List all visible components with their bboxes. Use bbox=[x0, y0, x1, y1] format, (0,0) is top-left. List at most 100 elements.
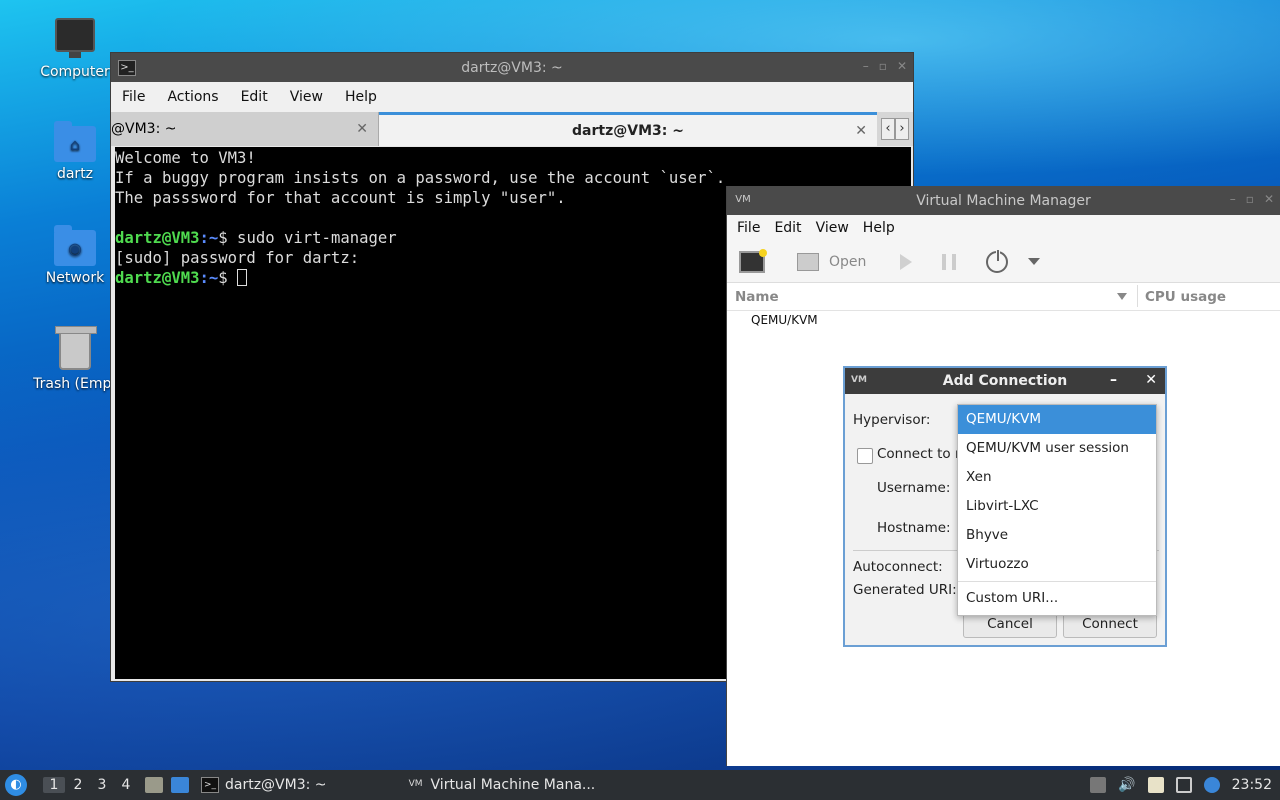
volume-icon[interactable]: 🔊 bbox=[1118, 777, 1135, 793]
connect-remote-label: Connect to re bbox=[877, 446, 969, 462]
pause-icon bbox=[942, 253, 957, 270]
monitor-icon bbox=[797, 252, 819, 271]
workspace-1[interactable]: 1 bbox=[43, 777, 65, 793]
menu-help[interactable]: Help bbox=[856, 220, 902, 236]
tab-close-icon[interactable]: ✕ bbox=[356, 121, 368, 137]
new-vm-icon bbox=[739, 248, 767, 273]
terminal-titlebar[interactable]: >_ dartz@VM3: ~ – ▫ ✕ bbox=[111, 53, 913, 82]
minimize-icon[interactable]: – bbox=[863, 59, 869, 73]
dropdown-separator bbox=[958, 581, 1156, 582]
menu-actions[interactable]: Actions bbox=[156, 89, 229, 105]
open-button[interactable]: Open bbox=[797, 252, 866, 271]
vmm-title: Virtual Machine Manager bbox=[916, 192, 1091, 209]
dialog-title: Add Connection bbox=[942, 373, 1068, 389]
terminal-app-icon: >_ bbox=[118, 59, 136, 76]
generated-uri-label: Generated URI: bbox=[853, 582, 957, 598]
workspace-3[interactable]: 3 bbox=[91, 777, 113, 793]
task-label: dartz@VM3: ~ bbox=[225, 777, 327, 793]
hypervisor-option-bhyve[interactable]: Bhyve bbox=[958, 521, 1156, 550]
chevron-left-icon[interactable]: ‹ bbox=[881, 118, 895, 140]
prompt-path: :~ bbox=[199, 269, 219, 287]
hypervisor-option-xen[interactable]: Xen bbox=[958, 463, 1156, 492]
task-vmm[interactable]: VM Virtual Machine Mana... bbox=[407, 777, 596, 793]
terminal-line: [sudo] password for dartz: bbox=[115, 249, 360, 267]
computer-icon bbox=[55, 18, 95, 58]
hypervisor-dropdown-list[interactable]: QEMU/KVM QEMU/KVM user session Xen Libvi… bbox=[957, 404, 1157, 616]
tab-1[interactable]: @VM3: ~ ✕ bbox=[111, 112, 379, 146]
shutdown-button[interactable] bbox=[986, 248, 1009, 273]
clock[interactable]: 23:52 bbox=[1232, 777, 1272, 793]
network-icon[interactable] bbox=[1175, 777, 1192, 793]
sort-caret-icon bbox=[1117, 293, 1127, 300]
new-vm-button[interactable] bbox=[739, 248, 767, 273]
hostname-label: Hostname: bbox=[877, 520, 951, 536]
workspace-2[interactable]: 2 bbox=[67, 777, 89, 793]
menu-edit[interactable]: Edit bbox=[230, 89, 279, 105]
terminal-tabbar: @VM3: ~ ✕ dartz@VM3: ~ ✕ ‹ › bbox=[111, 112, 913, 146]
system-tray: 🔊 23:52 bbox=[1090, 770, 1280, 800]
prompt-user: dartz@VM3 bbox=[115, 229, 200, 247]
close-icon[interactable]: ✕ bbox=[1264, 192, 1274, 206]
vmm-titlebar[interactable]: VM Virtual Machine Manager – ▫ ✕ bbox=[727, 186, 1280, 215]
hypervisor-option-qemu-kvm[interactable]: QEMU/KVM bbox=[958, 405, 1156, 434]
tab-2-active[interactable]: dartz@VM3: ~ ✕ bbox=[379, 112, 877, 146]
tab-label: @VM3: ~ bbox=[111, 121, 177, 137]
file-manager-icon[interactable] bbox=[145, 777, 163, 793]
hypervisor-option-qemu-kvm-user[interactable]: QEMU/KVM user session bbox=[958, 434, 1156, 463]
close-icon[interactable]: ✕ bbox=[897, 59, 907, 73]
menu-file[interactable]: File bbox=[730, 220, 767, 236]
window-controls: – ▫ ✕ bbox=[1230, 192, 1274, 206]
upload-icon[interactable] bbox=[1090, 777, 1107, 793]
play-icon bbox=[900, 253, 913, 270]
close-icon[interactable]: ✕ bbox=[1145, 372, 1157, 388]
home-folder-icon: ⌂ bbox=[54, 121, 96, 162]
task-terminal[interactable]: >_ dartz@VM3: ~ bbox=[201, 777, 327, 793]
pause-button[interactable] bbox=[942, 253, 957, 270]
terminal-line: If a buggy program insists on a password… bbox=[115, 169, 726, 187]
show-desktop-icon[interactable] bbox=[171, 777, 189, 793]
hypervisor-option-custom-uri[interactable]: Custom URI... bbox=[958, 584, 1156, 613]
terminal-menubar: File Actions Edit View Help bbox=[111, 82, 913, 112]
terminal-app-icon: >_ bbox=[201, 777, 219, 793]
menu-view[interactable]: View bbox=[809, 220, 856, 236]
column-name[interactable]: Name bbox=[735, 289, 779, 305]
menu-help[interactable]: Help bbox=[334, 89, 388, 105]
menu-edit[interactable]: Edit bbox=[767, 220, 808, 236]
chevron-right-icon[interactable]: › bbox=[895, 118, 909, 140]
chevron-down-icon bbox=[1028, 258, 1041, 265]
prompt-path: :~ bbox=[199, 229, 219, 247]
vmm-app-icon: VM bbox=[408, 779, 423, 789]
task-label: Virtual Machine Mana... bbox=[430, 777, 596, 793]
vmm-app-icon: VM bbox=[851, 375, 867, 385]
hypervisor-option-virtuozzo[interactable]: Virtuozzo bbox=[958, 550, 1156, 579]
vm-list-row[interactable]: QEMU/KVM bbox=[751, 313, 818, 327]
clipboard-icon[interactable] bbox=[1147, 777, 1164, 793]
tab-scroll-arrows: ‹ › bbox=[881, 118, 909, 140]
updates-icon[interactable] bbox=[1203, 777, 1220, 793]
minimize-icon[interactable]: – bbox=[1110, 372, 1117, 388]
vmm-app-icon: VM bbox=[735, 193, 751, 205]
network-folder-icon: ◉ bbox=[54, 225, 96, 266]
shutdown-menu-button[interactable] bbox=[1028, 258, 1041, 265]
workspace-4[interactable]: 4 bbox=[115, 777, 137, 793]
maximize-icon[interactable]: ▫ bbox=[879, 59, 887, 73]
terminal-title: dartz@VM3: ~ bbox=[461, 59, 563, 76]
vm-list-header: Name CPU usage bbox=[727, 283, 1280, 311]
terminal-line: Welcome to VM3! bbox=[115, 149, 256, 167]
terminal-line: The passsword for that account is simply… bbox=[115, 189, 566, 207]
run-button[interactable] bbox=[900, 253, 913, 270]
hypervisor-option-lxc[interactable]: Libvirt-LXC bbox=[958, 492, 1156, 521]
minimize-icon[interactable]: – bbox=[1230, 192, 1236, 206]
column-cpu-usage[interactable]: CPU usage bbox=[1145, 289, 1226, 305]
menu-file[interactable]: File bbox=[111, 89, 156, 105]
start-menu-icon[interactable]: ◐ bbox=[5, 774, 27, 796]
autoconnect-label: Autoconnect: bbox=[853, 559, 943, 575]
menu-view[interactable]: View bbox=[279, 89, 334, 105]
prompt-user: dartz@VM3 bbox=[115, 269, 200, 287]
username-label: Username: bbox=[877, 480, 951, 496]
connect-remote-checkbox[interactable] bbox=[857, 448, 873, 464]
tab-close-icon[interactable]: ✕ bbox=[855, 123, 867, 139]
dialog-titlebar[interactable]: VM Add Connection – ✕ bbox=[845, 368, 1165, 394]
taskbar: ◐ 1 2 3 4 >_ dartz@VM3: ~ VM Virtual Mac… bbox=[0, 770, 1280, 800]
maximize-icon[interactable]: ▫ bbox=[1246, 192, 1254, 206]
